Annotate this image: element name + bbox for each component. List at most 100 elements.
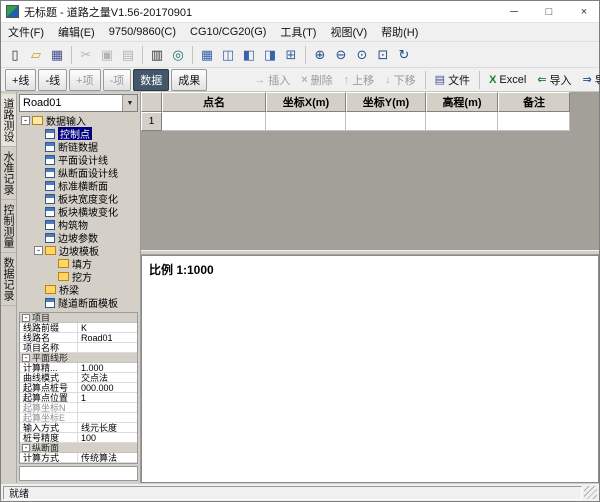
chevron-down-icon[interactable]: ▼ <box>122 95 137 111</box>
road-select[interactable]: Road01 ▼ <box>19 94 138 112</box>
property-value[interactable]: K <box>78 323 137 332</box>
cut-button[interactable]: ✂ <box>76 45 96 65</box>
column-header[interactable]: 点名 <box>162 92 266 112</box>
collapse-icon[interactable]: - <box>21 116 30 125</box>
new-button[interactable]: ▯ <box>5 45 25 65</box>
property-value[interactable]: Road01 <box>78 333 137 342</box>
toggle-button-1[interactable]: -线 <box>38 69 67 91</box>
menu-item-5[interactable]: 视图(V) <box>323 22 374 42</box>
tree-item[interactable]: 隧道断面模板 <box>19 296 138 309</box>
resize-grip[interactable] <box>584 486 597 499</box>
property-section[interactable]: -项目 <box>20 313 137 323</box>
module-tab-3[interactable]: 数据记录 <box>1 253 16 306</box>
property-value[interactable]: 交点法 <box>78 373 137 382</box>
property-section[interactable]: -平面线形 <box>20 353 137 363</box>
app-icon <box>6 5 19 18</box>
toggle-button-3[interactable]: -项 <box>103 69 132 91</box>
collapse-icon[interactable]: - <box>22 444 30 452</box>
print-button[interactable]: ▥ <box>147 45 167 65</box>
table-cell[interactable] <box>346 112 426 131</box>
tree-item[interactable]: -数据输入 <box>19 114 138 127</box>
copy-button[interactable]: ▣ <box>97 45 117 65</box>
tree-item[interactable]: 板块横坡变化 <box>19 205 138 218</box>
action-button-1[interactable]: ×删除 <box>296 70 337 90</box>
cascade-windows-button[interactable]: ◨ <box>260 45 280 65</box>
open-button[interactable]: ▱ <box>26 45 46 65</box>
menu-item-3[interactable]: CG10/CG20(G) <box>183 24 273 40</box>
form-view-button[interactable]: ◫ <box>218 45 238 65</box>
paste-button[interactable]: ▤ <box>118 45 138 65</box>
find-button[interactable]: ◎ <box>168 45 188 65</box>
property-value[interactable]: 1.000 <box>78 363 137 372</box>
tree-item-label: 边坡参数 <box>58 231 98 244</box>
zoom-out-button[interactable]: ⊖ <box>331 45 351 65</box>
menu-item-0[interactable]: 文件(F) <box>1 22 51 42</box>
menu-item-2[interactable]: 9750/9860(C) <box>102 24 183 40</box>
module-tab-2[interactable]: 控制测量 <box>1 200 16 253</box>
split-view-button[interactable]: ◧ <box>239 45 259 65</box>
table-cell[interactable] <box>266 112 346 131</box>
form-icon <box>45 207 55 217</box>
column-header[interactable]: 高程(m) <box>426 92 498 112</box>
tree-item[interactable]: 平面设计线 <box>19 153 138 166</box>
tree-item[interactable]: 断链数据 <box>19 140 138 153</box>
table-cell[interactable] <box>162 112 266 131</box>
property-value[interactable]: 100 <box>78 433 137 442</box>
minimize-button[interactable]: ─ <box>499 1 529 22</box>
collapse-icon[interactable]: - <box>22 354 30 362</box>
tree-item[interactable]: 桥梁 <box>19 283 138 296</box>
property-value[interactable]: 线元长度 <box>78 423 137 432</box>
collapse-icon[interactable]: - <box>22 314 30 322</box>
tree-item[interactable]: 控制点 <box>19 127 138 140</box>
column-header[interactable]: 坐标Y(m) <box>346 92 426 112</box>
property-value[interactable] <box>78 403 137 412</box>
table-cell[interactable] <box>426 112 498 131</box>
menu-item-6[interactable]: 帮助(H) <box>374 22 425 42</box>
column-header[interactable]: 备注 <box>498 92 570 112</box>
menu-item-4[interactable]: 工具(T) <box>273 22 323 42</box>
refresh-button[interactable]: ↻ <box>394 45 414 65</box>
zoom-extents-button[interactable]: ⊙ <box>352 45 372 65</box>
property-value[interactable]: 000.000 <box>78 383 137 392</box>
action-button-7[interactable]: XExcel <box>484 72 531 88</box>
action-button-2[interactable]: ↑上移 <box>339 70 380 90</box>
property-value[interactable] <box>78 343 137 352</box>
table-cell[interactable] <box>498 112 570 131</box>
tree-item[interactable]: 挖方 <box>19 270 138 283</box>
module-tab-1[interactable]: 水准记录 <box>1 147 16 200</box>
close-button[interactable]: × <box>569 1 599 22</box>
action-button-0[interactable]: →插入 <box>249 70 295 90</box>
property-value[interactable]: 传统算法 <box>78 453 137 462</box>
property-row: 起算点位置1 <box>20 393 137 403</box>
data-view-button[interactable]: ▦ <box>197 45 217 65</box>
toggle-button-5[interactable]: 成果 <box>171 69 207 91</box>
tree-item[interactable]: 纵断面设计线 <box>19 166 138 179</box>
module-tab-0[interactable]: 道路测设 <box>1 94 16 147</box>
action-button-8[interactable]: ⇐导入 <box>532 70 576 90</box>
tree-item[interactable]: 标准横断面 <box>19 179 138 192</box>
toggle-button-0[interactable]: +线 <box>5 69 36 91</box>
property-value[interactable]: 1 <box>78 393 137 402</box>
action-button-3[interactable]: ↓下移 <box>380 70 421 90</box>
save-button[interactable]: ▦ <box>47 45 67 65</box>
action-button-9[interactable]: ⇒导出 <box>578 70 600 90</box>
toggle-button-2[interactable]: +项 <box>69 69 100 91</box>
column-header[interactable]: 坐标X(m) <box>266 92 346 112</box>
tree-item[interactable]: 边坡参数 <box>19 231 138 244</box>
row-header[interactable]: 1 <box>141 112 162 131</box>
menu-item-1[interactable]: 编辑(E) <box>51 22 102 42</box>
maximize-button[interactable]: □ <box>534 1 564 22</box>
tree-item[interactable]: 板块宽度变化 <box>19 192 138 205</box>
tree-item[interactable]: 构筑物 <box>19 218 138 231</box>
zoom-window-button[interactable]: ⊡ <box>373 45 393 65</box>
toggle-button-4[interactable]: 数据 <box>133 69 169 91</box>
zoom-in-button[interactable]: ⊕ <box>310 45 330 65</box>
drawing-canvas[interactable]: 比例 1:1000 <box>141 255 599 483</box>
tile-windows-button[interactable]: ⊞ <box>281 45 301 65</box>
property-section[interactable]: -纵断面 <box>20 443 137 453</box>
property-value[interactable] <box>78 413 137 422</box>
action-button-5[interactable]: ▤文件 <box>430 70 475 90</box>
tree-item[interactable]: 填方 <box>19 257 138 270</box>
collapse-icon[interactable]: - <box>34 246 43 255</box>
tree-item[interactable]: -边坡模板 <box>19 244 138 257</box>
